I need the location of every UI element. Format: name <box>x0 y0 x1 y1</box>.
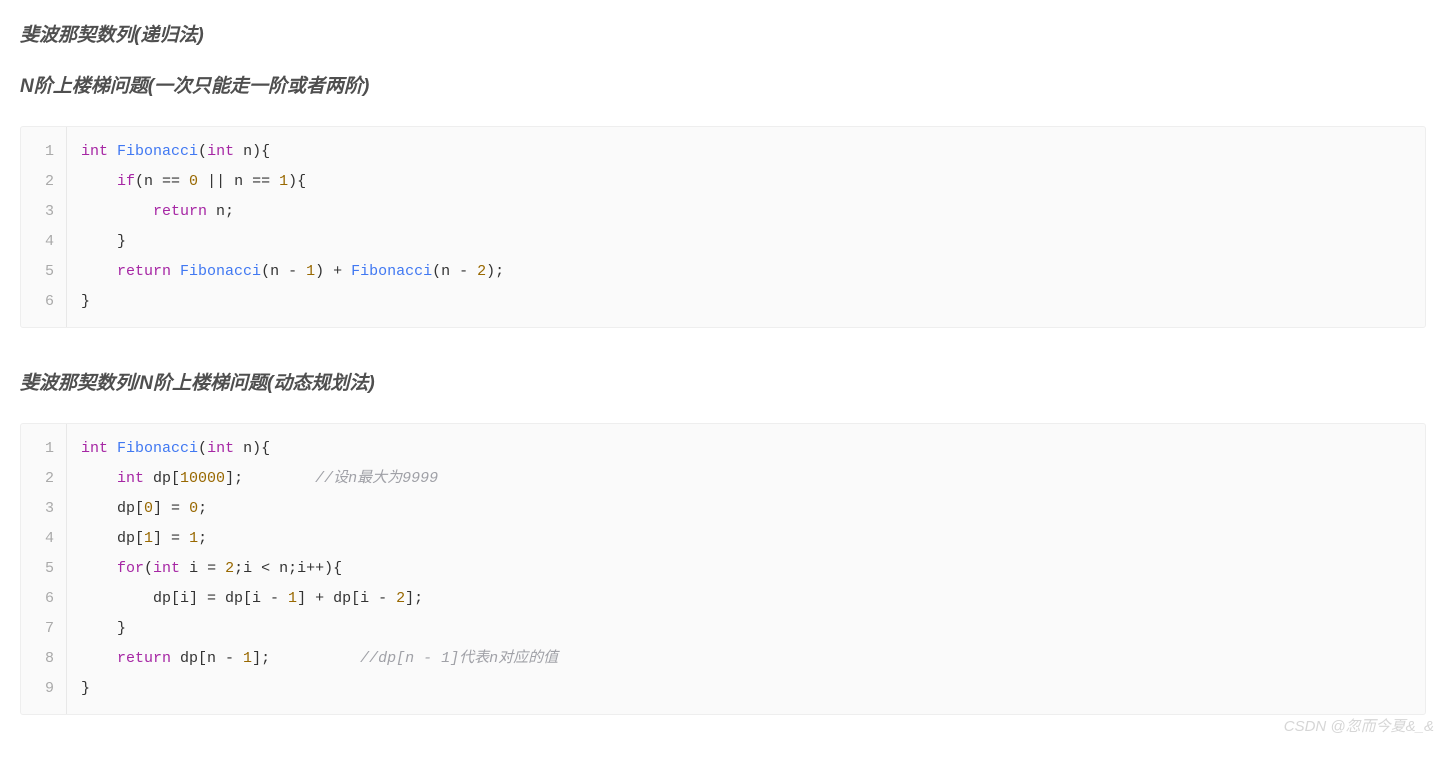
number: 1 <box>306 263 315 280</box>
keyword-return: return <box>153 203 207 220</box>
number: 1 <box>243 650 252 667</box>
line-number: 5 <box>21 554 66 584</box>
brace: ){ <box>252 143 270 160</box>
line-number: 1 <box>21 434 66 464</box>
number: 1 <box>288 590 297 607</box>
expr: ]; <box>225 470 243 487</box>
expr: ) + <box>315 263 351 280</box>
expr: dp[i] = dp[i - <box>153 590 288 607</box>
line-number: 4 <box>21 227 66 257</box>
line-number: 5 <box>21 257 66 287</box>
line-number: 2 <box>21 464 66 494</box>
code-content[interactable]: int Fibonacci(int n){ int dp[10000]; //设… <box>67 424 1425 714</box>
expr: ]; <box>405 590 423 607</box>
number: 1 <box>144 530 153 547</box>
line-number: 9 <box>21 674 66 704</box>
type-keyword: int <box>207 143 234 160</box>
brace: } <box>81 680 90 697</box>
line-number: 6 <box>21 287 66 317</box>
function-name: Fibonacci <box>351 263 432 280</box>
number: 1 <box>279 173 288 190</box>
type-keyword: int <box>81 440 108 457</box>
function-name: Fibonacci <box>117 440 198 457</box>
line-gutter: 1 2 3 4 5 6 <box>21 127 67 327</box>
cond: (n == <box>135 173 189 190</box>
number: 0 <box>189 500 198 517</box>
expr: ] = <box>153 530 189 547</box>
expr: dp[ <box>117 500 144 517</box>
type-keyword: int <box>81 143 108 160</box>
heading-fib-recursive: 斐波那契数列(递归法) <box>20 20 1426 47</box>
number: 10000 <box>180 470 225 487</box>
expr: ; <box>198 500 207 517</box>
line-number: 4 <box>21 524 66 554</box>
heading-stairs: N阶上楼梯问题(一次只能走一阶或者两阶) <box>20 71 1426 98</box>
code-content[interactable]: int Fibonacci(int n){ if(n == 0 || n == … <box>67 127 1425 327</box>
expr: ]; <box>252 650 270 667</box>
type-keyword: int <box>117 470 144 487</box>
expr: ); <box>486 263 504 280</box>
expr: dp[ <box>144 470 180 487</box>
line-number: 2 <box>21 167 66 197</box>
keyword-return: return <box>117 650 171 667</box>
brace: ){ <box>252 440 270 457</box>
keyword-for: for <box>117 560 144 577</box>
expr: (n - <box>432 263 477 280</box>
brace: ){ <box>288 173 306 190</box>
line-gutter: 1 2 3 4 5 6 7 8 9 <box>21 424 67 714</box>
cond: || n == <box>198 173 279 190</box>
expr: ] = <box>153 500 189 517</box>
expr: n; <box>207 203 234 220</box>
param: n <box>243 440 252 457</box>
line-number: 7 <box>21 614 66 644</box>
comment: //dp[n - 1]代表n对应的值 <box>360 650 558 667</box>
function-name: Fibonacci <box>180 263 261 280</box>
line-number: 1 <box>21 137 66 167</box>
brace: } <box>117 620 126 637</box>
paren: ( <box>144 560 153 577</box>
expr: ] + dp[i - <box>297 590 396 607</box>
function-name: Fibonacci <box>117 143 198 160</box>
expr: (n - <box>261 263 306 280</box>
line-number: 3 <box>21 197 66 227</box>
type-keyword: int <box>153 560 180 577</box>
code-block-dp: 1 2 3 4 5 6 7 8 9 int Fibonacci(int n){ … <box>20 423 1426 715</box>
expr: dp[ <box>117 530 144 547</box>
line-number: 8 <box>21 644 66 674</box>
expr: ; <box>198 530 207 547</box>
brace: } <box>81 293 90 310</box>
type-keyword: int <box>207 440 234 457</box>
watermark: CSDN @忽而今夏&_& <box>1284 715 1434 736</box>
heading-fib-dp: 斐波那契数列/N阶上楼梯问题(动态规划法) <box>20 368 1426 395</box>
code-block-recursive: 1 2 3 4 5 6 int Fibonacci(int n){ if(n =… <box>20 126 1426 328</box>
number: 2 <box>396 590 405 607</box>
keyword-if: if <box>117 173 135 190</box>
expr: i = <box>180 560 225 577</box>
line-number: 6 <box>21 584 66 614</box>
param: n <box>243 143 252 160</box>
brace: } <box>117 233 126 250</box>
number: 0 <box>189 173 198 190</box>
number: 1 <box>189 530 198 547</box>
number: 2 <box>225 560 234 577</box>
expr: dp[n - <box>171 650 243 667</box>
expr: ;i < n;i++){ <box>234 560 342 577</box>
line-number: 3 <box>21 494 66 524</box>
keyword-return: return <box>117 263 171 280</box>
comment: //设n最大为9999 <box>315 470 438 487</box>
number: 2 <box>477 263 486 280</box>
number: 0 <box>144 500 153 517</box>
